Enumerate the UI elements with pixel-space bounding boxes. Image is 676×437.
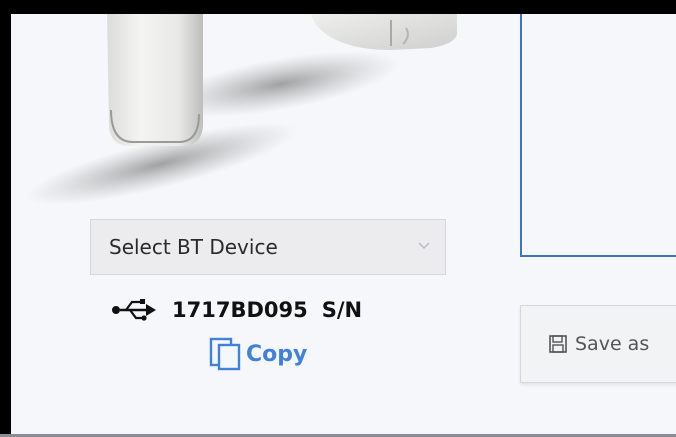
copy-icon [209, 337, 241, 371]
save-as-button[interactable]: Save as [520, 305, 676, 383]
app-window: Select BT Device 1717BD095 S/N Copy Save… [0, 0, 676, 437]
copy-label: Copy [246, 341, 308, 367]
device-image [25, 14, 457, 206]
usb-icon [112, 299, 156, 321]
window-frame-left [0, 0, 11, 437]
copy-serial-button[interactable]: Copy [208, 336, 307, 372]
serial-number: 1717BD095 [172, 298, 308, 322]
connection-info: 1717BD095 S/N [112, 292, 362, 328]
bt-device-select[interactable]: Select BT Device [90, 219, 446, 275]
serial-number-label: S/N [321, 298, 363, 322]
preview-panel [520, 14, 676, 257]
floppy-disk-icon [549, 335, 567, 353]
window-frame-top [0, 0, 676, 14]
chevron-down-icon [418, 242, 430, 249]
save-as-label: Save as [575, 333, 650, 355]
bt-device-select-label: Select BT Device [109, 235, 278, 259]
